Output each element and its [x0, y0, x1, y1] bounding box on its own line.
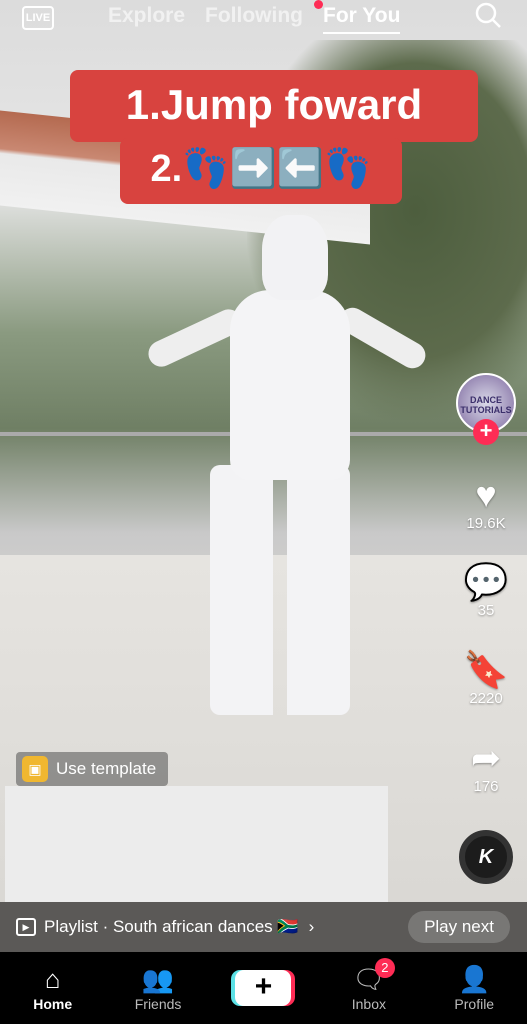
- video-caption-line2: 2.👣➡️⬅️👣: [120, 138, 402, 204]
- nav-inbox-label: Inbox: [351, 996, 386, 1012]
- bottom-nav: ⌂ Home 👥 Friends + 🗨 2 Inbox 👤 Profile: [0, 952, 527, 1024]
- follow-plus-button[interactable]: +: [473, 419, 499, 445]
- like-button[interactable]: ♥ 19.6K: [456, 474, 516, 533]
- nav-profile[interactable]: 👤 Profile: [434, 964, 514, 1012]
- nav-home[interactable]: ⌂ Home: [13, 964, 93, 1012]
- video-caption-line1: 1.Jump foward: [70, 70, 478, 142]
- save-button[interactable]: 🔖 2220: [456, 649, 516, 708]
- play-next-button[interactable]: Play next: [408, 911, 510, 943]
- like-count: 19.6K: [466, 515, 506, 532]
- share-arrow-icon: ➦: [470, 737, 502, 778]
- inbox-icon: 🗨: [352, 964, 386, 994]
- live-icon[interactable]: LIVE: [22, 6, 54, 30]
- heart-icon: ♥: [475, 474, 497, 515]
- playlist-label: Playlist · South african dances 🇿🇦: [44, 917, 299, 936]
- tab-explore[interactable]: Explore: [108, 4, 185, 34]
- use-template-button[interactable]: ▣ Use template: [16, 752, 169, 786]
- plus-icon: +: [235, 970, 292, 1006]
- top-nav: LIVE Explore Following For You: [0, 0, 527, 40]
- chevron-right-icon: ›: [308, 917, 315, 936]
- share-button[interactable]: ➦ 176: [456, 737, 516, 796]
- use-template-label: Use template: [56, 759, 157, 778]
- sound-disc[interactable]: K: [459, 830, 513, 884]
- search-icon[interactable]: [475, 2, 501, 28]
- following-notification-dot: [314, 0, 323, 9]
- home-icon: ⌂: [44, 964, 61, 994]
- tab-following[interactable]: Following: [205, 4, 303, 34]
- comment-count: 35: [477, 602, 495, 619]
- nav-inbox[interactable]: 🗨 2 Inbox: [329, 958, 409, 1012]
- nav-friends-label: Friends: [134, 996, 182, 1012]
- nav-profile-label: Profile: [454, 996, 495, 1012]
- nav-create[interactable]: +: [223, 970, 303, 1006]
- dancer: [144, 215, 431, 715]
- friends-icon: 👥: [141, 964, 175, 994]
- playlist-icon: ▶: [16, 918, 36, 936]
- share-count: 176: [473, 778, 499, 795]
- comment-button[interactable]: 💬 35: [456, 561, 516, 620]
- profile-icon: 👤: [458, 964, 491, 994]
- nav-friends[interactable]: 👥 Friends: [118, 964, 198, 1012]
- save-count: 2220: [469, 690, 503, 707]
- tab-for-you[interactable]: For You: [323, 4, 401, 34]
- redacted-description: [5, 786, 388, 908]
- bookmark-icon: 🔖: [463, 649, 509, 690]
- comment-icon: 💬: [463, 561, 509, 602]
- playlist-bar[interactable]: ▶ Playlist · South african dances 🇿🇦 › P…: [0, 902, 527, 952]
- inbox-badge: 2: [374, 958, 395, 978]
- nav-home-label: Home: [33, 996, 73, 1012]
- template-icon: ▣: [22, 756, 48, 782]
